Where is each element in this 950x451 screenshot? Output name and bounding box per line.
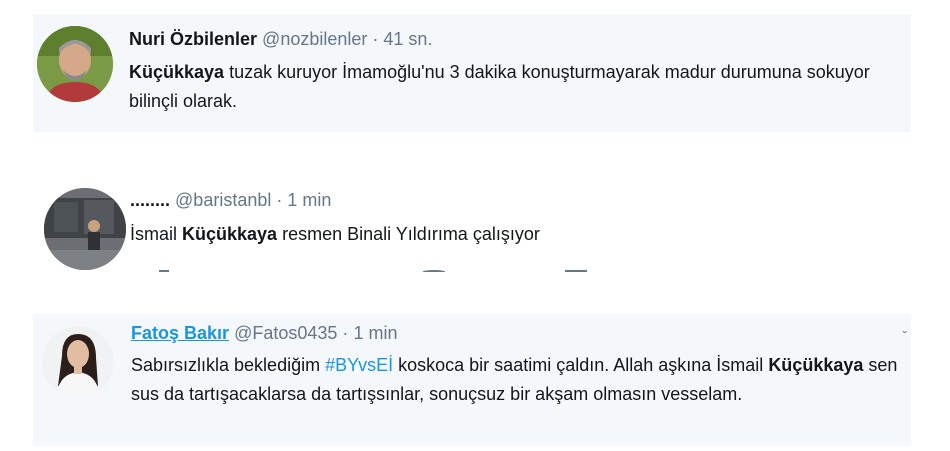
timestamp[interactable]: 41 sn. [383,29,432,49]
hashtag-link[interactable]: #BYvsEİ [325,355,393,375]
author-handle[interactable]: @nozbilenler [262,29,367,49]
separator: · [342,323,349,343]
text-segment: resmen Binali Yıldırıma çalışıyor [277,224,540,244]
tweet-header: Fatoş Bakır @Fatos0435 · 1 min [131,323,397,344]
keyword: Küçükkaya [768,355,864,375]
keyword: Küçükkaya [129,62,225,82]
timestamp[interactable]: 1 min [287,190,331,210]
reply-icon[interactable] [159,270,169,272]
avatar[interactable] [37,26,113,102]
share-icon[interactable] [565,270,587,272]
author-name[interactable]: Nuri Özbilenler [129,29,257,49]
like-icon[interactable] [423,270,445,273]
tweet-header: Nuri Özbilenler @nozbilenler · 41 sn. [129,29,432,50]
keyword: Küçükkaya [182,224,278,244]
timestamp[interactable]: 1 min [353,323,397,343]
separator: · [276,190,283,210]
tweet[interactable]: ........ @baristanbl · 1 min İsmail Küçü… [33,166,911,290]
tweet-text: İsmail Küçükkaya resmen Binali Yıldırıma… [130,220,890,249]
tweet[interactable]: Nuri Özbilenler @nozbilenler · 41 sn. Kü… [33,14,911,132]
tweet[interactable]: Fatoş Bakır @Fatos0435 · 1 min ˇ Sabırsı… [33,314,911,446]
text-segment: İsmail [130,224,183,244]
avatar[interactable] [42,326,114,398]
author-name[interactable]: ........ [130,190,170,210]
separator: · [372,29,379,49]
caret-down-icon[interactable]: ˇ [902,328,907,344]
text-segment: tuzak kuruyor İmamoğlu'nu 3 dakika konuş… [129,62,870,111]
text-segment: koskoca bir saatimi çaldın. Allah aşkına… [393,355,769,375]
tweet-text: Küçükkaya tuzak kuruyor İmamoğlu'nu 3 da… [129,58,899,116]
avatar[interactable] [44,188,126,270]
tweet-header: ........ @baristanbl · 1 min [130,190,331,211]
tweet-text: Sabırsızlıkla beklediğim #BYvsEİ koskoca… [131,351,906,409]
author-handle[interactable]: @baristanbl [175,190,271,210]
text-segment: Sabırsızlıkla beklediğim [131,355,326,375]
author-name[interactable]: Fatoş Bakır [131,323,229,343]
author-handle[interactable]: @Fatos0435 [234,323,337,343]
